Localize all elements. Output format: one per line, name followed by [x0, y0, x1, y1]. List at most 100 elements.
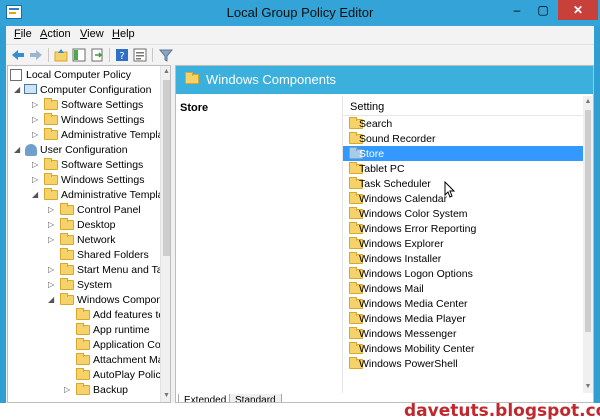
tree-item-label: AutoPlay Policie — [93, 369, 169, 381]
scroll-up-icon[interactable]: ▲ — [162, 67, 170, 77]
close-button[interactable]: ✕ — [558, 0, 598, 20]
scroll-down-icon[interactable]: ▼ — [162, 391, 170, 401]
scroll-up-icon[interactable]: ▲ — [583, 97, 593, 107]
tree-item-local-computer-policy[interactable]: Local Computer Policy — [10, 68, 160, 83]
expand-arrow-icon[interactable]: ▷ — [32, 98, 42, 112]
list-item-windows-error-reporting[interactable]: Windows Error Reporting — [343, 221, 583, 236]
list-item-windows-installer[interactable]: Windows Installer — [343, 251, 583, 266]
tree-item-start-menu[interactable]: ▷ Start Menu and Task — [10, 263, 170, 278]
menu-help[interactable]: Help — [112, 28, 135, 40]
menu-action[interactable]: Action — [40, 28, 71, 40]
expand-arrow-icon[interactable]: ▷ — [48, 263, 58, 277]
tree-vertical-scrollbar[interactable]: ▲ ▼ — [160, 66, 170, 402]
maximize-button[interactable]: ▢ — [530, 0, 556, 20]
settings-list[interactable]: Setting Search Sound Recorder Store Tabl… — [342, 96, 593, 393]
list-item-store[interactable]: Store — [343, 146, 583, 161]
client-area: File Action View Help ? Local Computer P… — [6, 26, 594, 403]
tree-item-backup[interactable]: ▷ Backup — [10, 383, 160, 398]
tree-item-windows-settings[interactable]: ▷ Windows Settings — [10, 173, 160, 188]
list-item-label: Windows Explorer — [359, 238, 444, 250]
expand-arrow-icon[interactable]: ▷ — [48, 233, 58, 247]
list-item-windows-calendar[interactable]: Windows Calendar — [343, 191, 583, 206]
tree-item-administrative-templates[interactable]: ◢ Administrative Templat — [10, 188, 166, 203]
tree-item-autoplay-policies[interactable]: AutoPlay Policie — [10, 368, 169, 383]
list-item-windows-explorer[interactable]: Windows Explorer — [343, 236, 583, 251]
list-item-windows-powershell[interactable]: Windows PowerShell — [343, 356, 583, 371]
svg-text:?: ? — [119, 51, 124, 62]
menu-bar: File Action View Help — [6, 26, 594, 44]
expand-arrow-icon[interactable]: ▷ — [48, 203, 58, 217]
tree-item-application-compatibility[interactable]: Application Com — [10, 338, 169, 353]
list-item-windows-mobility-center[interactable]: Windows Mobility Center — [343, 341, 583, 356]
tree-item-software-settings[interactable]: ▷ Software Settings — [10, 158, 160, 173]
tree-item-desktop[interactable]: ▷ Desktop — [10, 218, 160, 233]
tree-item-user-configuration[interactable]: ◢ User Configuration — [10, 143, 160, 158]
details-header: Windows Components — [176, 66, 593, 94]
tree-item-label: Windows Compone — [77, 294, 169, 306]
folder-icon — [76, 338, 90, 350]
column-header-setting[interactable]: Setting — [343, 96, 583, 116]
expand-arrow-icon[interactable]: ▷ — [32, 113, 42, 127]
list-item-search[interactable]: Search — [343, 116, 583, 131]
tab-extended[interactable]: Extended — [178, 394, 233, 402]
menu-view[interactable]: View — [80, 28, 104, 40]
list-item-windows-messenger[interactable]: Windows Messenger — [343, 326, 583, 341]
list-item-windows-color-system[interactable]: Windows Color System — [343, 206, 583, 221]
tree-item-system[interactable]: ▷ System — [10, 278, 160, 293]
tree-item-app-runtime[interactable]: App runtime — [10, 323, 160, 338]
list-item-task-scheduler[interactable]: Task Scheduler — [343, 176, 583, 191]
expand-arrow-icon[interactable]: ▷ — [32, 128, 42, 142]
list-item-windows-logon-options[interactable]: Windows Logon Options — [343, 266, 583, 281]
tree-item-control-panel[interactable]: ▷ Control Panel — [10, 203, 160, 218]
tree-item-add-features[interactable]: Add features to W — [10, 308, 170, 323]
tree-item-attachment-manager[interactable]: Attachment Man — [10, 353, 169, 368]
tree-item-label: User Configuration — [40, 144, 128, 156]
tree-item-label: Local Computer Policy — [26, 69, 132, 81]
list-item-label: Windows Messenger — [359, 328, 457, 340]
forward-icon[interactable] — [28, 47, 44, 63]
back-icon[interactable] — [10, 47, 26, 63]
list-vertical-scrollbar[interactable]: ▲ ▼ — [583, 96, 593, 393]
folder-icon — [76, 368, 90, 380]
tree-item-windows-settings[interactable]: ▷ Windows Settings — [10, 113, 160, 128]
expand-arrow-icon[interactable]: ▷ — [64, 383, 74, 397]
list-item-sound-recorder[interactable]: Sound Recorder — [343, 131, 583, 146]
tree-item-network[interactable]: ▷ Network — [10, 233, 160, 248]
scroll-thumb[interactable] — [585, 110, 591, 332]
collapse-arrow-icon[interactable]: ◢ — [14, 83, 24, 97]
list-item-tablet-pc[interactable]: Tablet PC — [343, 161, 583, 176]
show-hide-tree-icon[interactable] — [71, 47, 87, 63]
properties-icon[interactable] — [132, 47, 148, 63]
scroll-thumb[interactable] — [163, 80, 170, 256]
tree-item-shared-folders[interactable]: Shared Folders — [10, 248, 160, 263]
tree-item-software-settings[interactable]: ▷ Software Settings — [10, 98, 160, 113]
minimize-button[interactable]: – — [504, 0, 530, 20]
expand-arrow-icon[interactable]: ▷ — [32, 158, 42, 172]
collapse-arrow-icon[interactable]: ◢ — [14, 143, 24, 157]
tree-pane[interactable]: Local Computer Policy ◢ Computer Configu… — [7, 65, 171, 403]
list-item-windows-mail[interactable]: Windows Mail — [343, 281, 583, 296]
list-item-label: Task Scheduler — [359, 178, 431, 190]
filter-icon[interactable] — [158, 47, 174, 63]
expand-arrow-icon[interactable]: ▷ — [48, 218, 58, 232]
list-item-windows-media-center[interactable]: Windows Media Center — [343, 296, 583, 311]
tree-item-computer-configuration[interactable]: ◢ Computer Configuration — [10, 83, 160, 98]
collapse-arrow-icon[interactable]: ◢ — [32, 188, 42, 202]
expand-arrow-icon[interactable]: ▷ — [32, 173, 42, 187]
menu-file[interactable]: File — [14, 28, 32, 40]
collapse-arrow-icon[interactable]: ◢ — [48, 293, 58, 307]
list-item-label: Windows Logon Options — [359, 268, 473, 280]
computer-icon — [24, 84, 37, 94]
tree-item-administrative-templates[interactable]: ▷ Administrative Templat — [10, 128, 166, 143]
expand-arrow-icon[interactable]: ▷ — [48, 278, 58, 292]
help-icon[interactable]: ? — [114, 47, 130, 63]
list-item-windows-media-player[interactable]: Windows Media Player — [343, 311, 583, 326]
export-list-icon[interactable] — [89, 47, 105, 63]
up-folder-icon[interactable] — [53, 47, 69, 63]
scroll-down-icon[interactable]: ▼ — [583, 382, 593, 392]
tree-item-windows-components[interactable]: ◢ Windows Compone — [10, 293, 168, 308]
list-item-label: Windows PowerShell — [359, 358, 458, 370]
title-bar[interactable]: Local Group Policy Editor – ▢ ✕ — [0, 0, 600, 26]
tab-standard[interactable]: Standard — [229, 394, 282, 402]
tree-item-label: Application Com — [93, 339, 170, 351]
